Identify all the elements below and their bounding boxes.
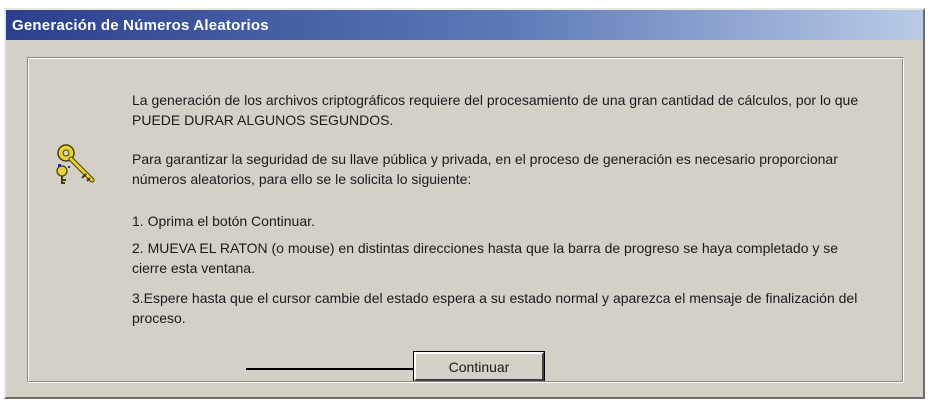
step-3: 3.Espere hasta que el cursor cambie del … [132,290,858,326]
security-paragraph: Para garantizar la seguridad de su llave… [132,151,838,187]
window-title: Generación de Números Aleatorios [12,16,269,34]
keys-icon [52,140,98,186]
random-number-dialog: Generación de Números Aleatorios La gene… [4,8,925,399]
step-1: 1. Oprima el botón Continuar. [132,213,315,229]
step-2: 2. MUEVA EL RATON (o mouse) en distintas… [132,240,839,276]
continue-button[interactable]: Continuar [413,351,545,382]
content-panel: La generación de los archivos criptográf… [27,57,904,383]
intro-paragraph: La generación de los archivos criptográf… [132,92,859,128]
title-bar[interactable]: Generación de Números Aleatorios [6,10,923,40]
